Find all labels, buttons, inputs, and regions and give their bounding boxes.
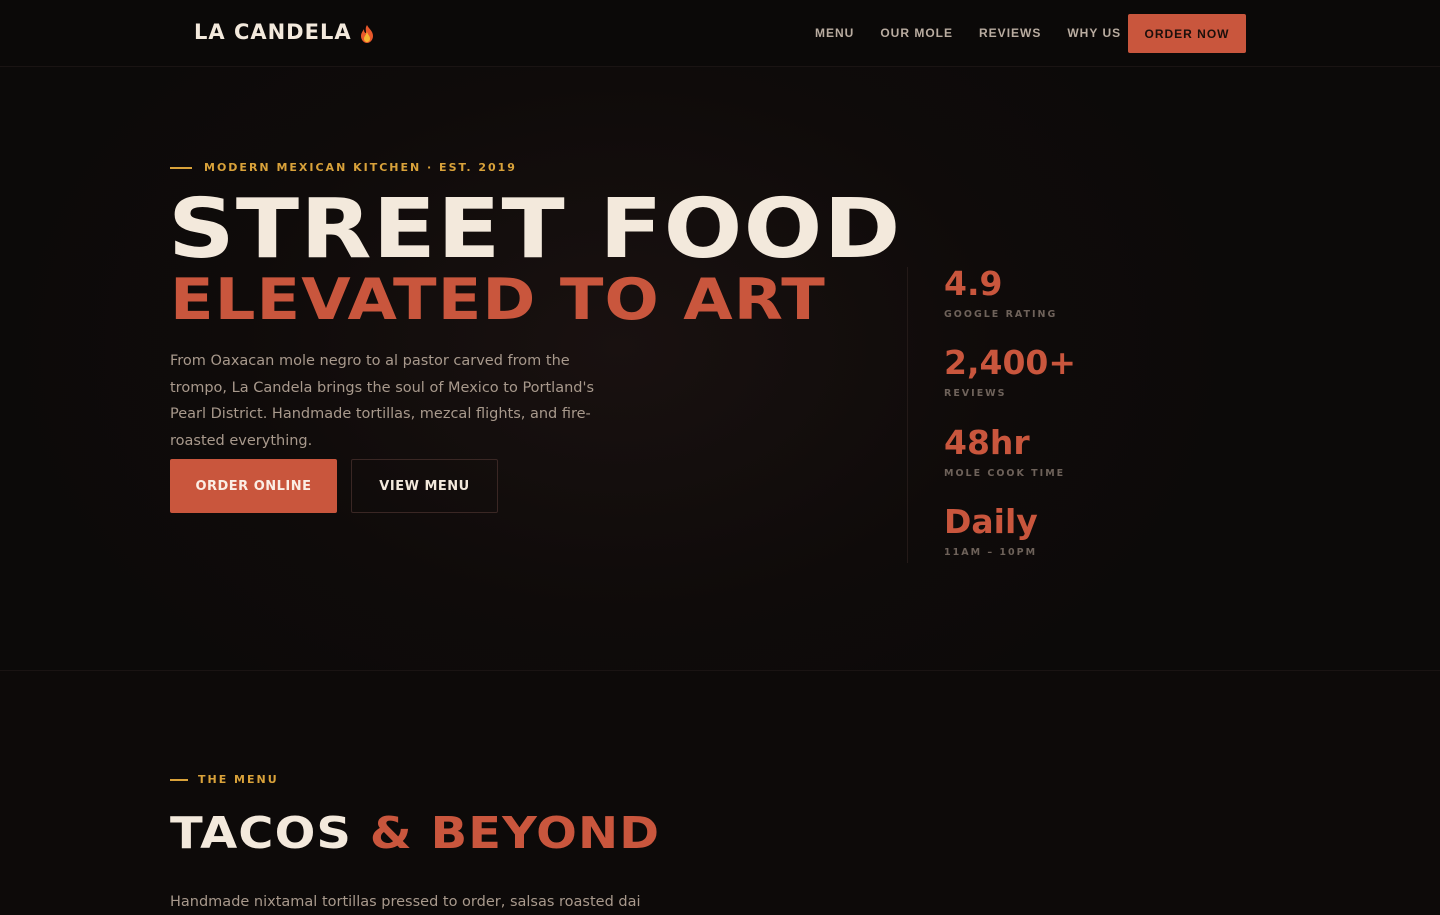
nav-link-our-mole[interactable]: OUR MOLE	[880, 26, 953, 40]
nav-link-menu[interactable]: MENU	[815, 26, 854, 40]
menu-title-part-1: TACOS	[170, 808, 353, 859]
order-now-button[interactable]: ORDER NOW	[1128, 14, 1246, 53]
hero-eyebrow-text: MODERN MEXICAN KITCHEN · EST. 2019	[204, 161, 517, 174]
stat-label: REVIEWS	[944, 388, 1007, 399]
stat-value: 4.9	[944, 264, 1003, 303]
hero-eyebrow: MODERN MEXICAN KITCHEN · EST. 2019	[170, 161, 517, 174]
menu-title-part-2: & BEYOND	[369, 808, 661, 859]
eyebrow-rule	[170, 166, 192, 169]
menu-lead: Handmade nixtamal tortillas pressed to o…	[170, 894, 640, 910]
nav-links: MENU OUR MOLE REVIEWS WHY US	[815, 26, 1121, 40]
brand-logo[interactable]: LA CANDELA	[194, 20, 374, 44]
stat-google-rating: 4.9 GOOGLE RATING	[944, 267, 1057, 320]
nav-link-why-us[interactable]: WHY US	[1067, 26, 1121, 40]
stat-label: 11AM – 10PM	[944, 547, 1038, 558]
menu-title: TACOS & BEYOND	[170, 812, 660, 856]
stat-value: 2,400+	[944, 343, 1077, 382]
stat-mole-cook-time: 48hr MOLE COOK TIME	[944, 426, 1065, 479]
flame-icon	[360, 24, 374, 43]
menu-eyebrow-text: THE MENU	[198, 773, 279, 786]
order-online-button[interactable]: ORDER ONLINE	[170, 459, 337, 513]
hero-headline-secondary: ELEVATED TO ART	[170, 267, 826, 333]
nav-link-reviews[interactable]: REVIEWS	[979, 26, 1041, 40]
top-nav: LA CANDELA MENU OUR MOLE REVIEWS WHY US …	[0, 0, 1440, 67]
brand-name: LA CANDELA	[194, 20, 352, 44]
stat-label: MOLE COOK TIME	[944, 468, 1066, 479]
hero-section: MODERN MEXICAN KITCHEN · EST. 2019 STREE…	[0, 67, 1440, 671]
stat-value: 48hr	[944, 423, 1030, 462]
stat-hours: Daily 11AM – 10PM	[944, 505, 1038, 558]
stat-value: Daily	[944, 502, 1038, 541]
stats-divider	[907, 267, 908, 563]
eyebrow-rule	[170, 778, 188, 781]
hero-headline-primary: STREET FOOD	[168, 182, 902, 277]
view-menu-button[interactable]: VIEW MENU	[351, 459, 498, 513]
hero-lead: From Oaxacan mole negro to al pastor car…	[170, 353, 595, 449]
stat-reviews: 2,400+ REVIEWS	[944, 346, 1076, 399]
menu-eyebrow: THE MENU	[170, 773, 279, 786]
stat-label: GOOGLE RATING	[944, 309, 1058, 320]
